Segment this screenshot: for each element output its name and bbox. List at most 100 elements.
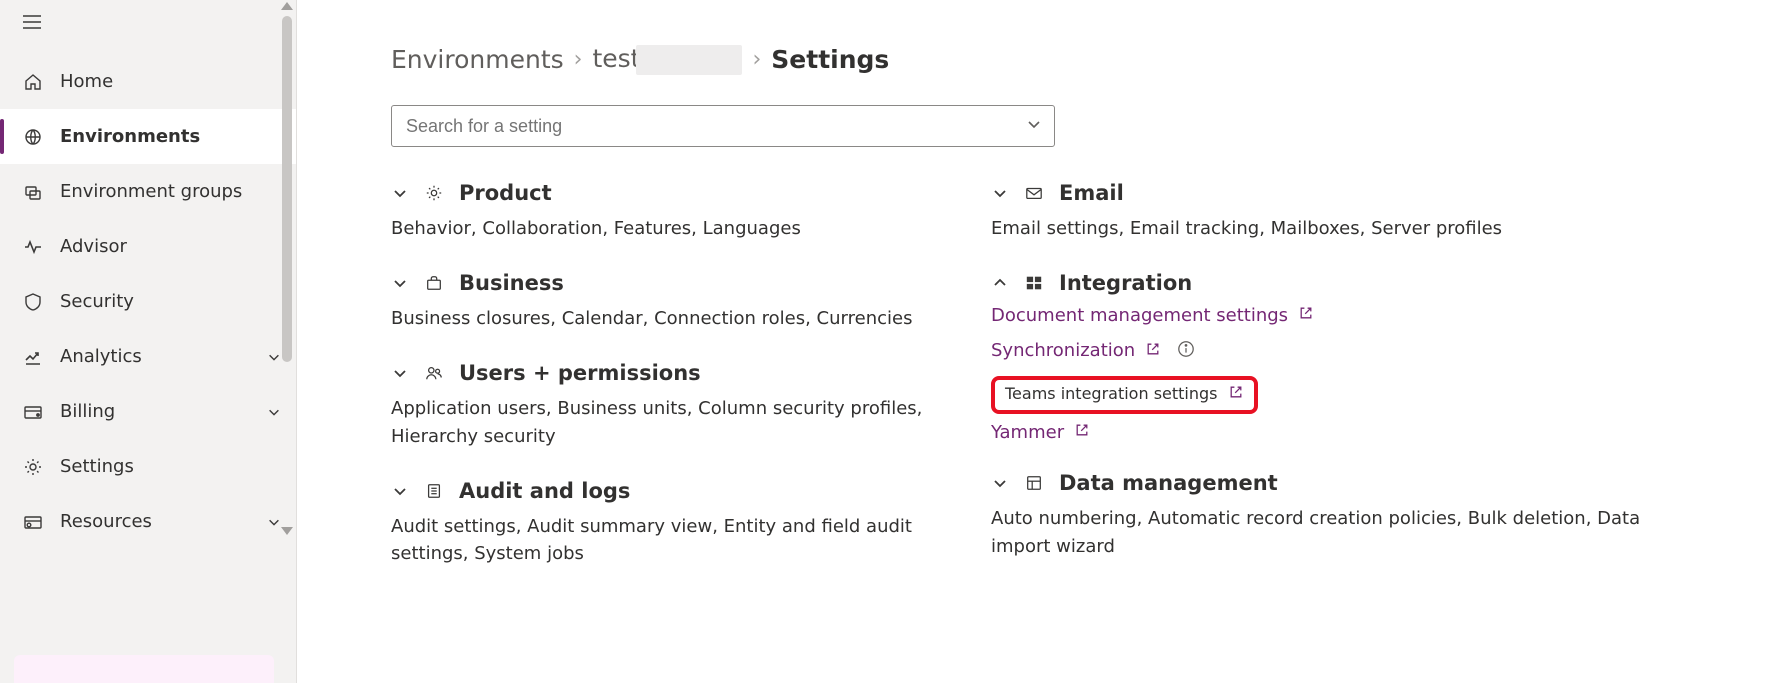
external-link-icon — [1145, 341, 1161, 361]
chevron-down-icon — [391, 185, 409, 201]
briefcase-icon — [423, 272, 445, 294]
category-subtext: Behavior, Collaboration, Features, Langu… — [391, 215, 991, 243]
sidebar-item-environment-groups[interactable]: Environment groups — [0, 164, 296, 219]
category-integration: Integration Document management settings… — [991, 271, 1691, 443]
category-header-product[interactable]: Product — [391, 181, 991, 205]
link-synchronization[interactable]: Synchronization — [991, 340, 1691, 362]
category-business: Business Business closures, Calendar, Co… — [391, 271, 991, 333]
external-link-icon — [1298, 305, 1314, 325]
info-icon[interactable] — [1177, 340, 1195, 362]
settings-col-right: Email Email settings, Email tracking, Ma… — [991, 181, 1691, 596]
settings-col-left: Product Behavior, Collaboration, Feature… — [391, 181, 991, 596]
sidebar-item-label: Environments — [60, 126, 296, 147]
chevron-right-icon: › — [574, 47, 583, 72]
billing-icon — [22, 401, 44, 423]
data-icon — [1023, 472, 1045, 494]
category-subtext: Auto numbering, Automatic record creatio… — [991, 505, 1691, 561]
sidebar-item-analytics[interactable]: Analytics — [0, 329, 296, 384]
sidebar-item-label: Security — [60, 291, 296, 312]
link-label[interactable]: Document management settings — [991, 305, 1288, 326]
link-yammer[interactable]: Yammer — [991, 422, 1691, 443]
category-title: Data management — [1059, 471, 1278, 495]
category-header-users[interactable]: Users + permissions — [391, 361, 991, 385]
chevron-down-icon — [391, 275, 409, 291]
breadcrumb: Environments › test › Settings — [391, 44, 1769, 75]
category-title: Business — [459, 271, 564, 295]
sidebar-item-advisor[interactable]: Advisor — [0, 219, 296, 274]
analytics-icon — [22, 346, 44, 368]
home-icon — [22, 71, 44, 93]
hamburger-icon — [22, 12, 42, 36]
category-audit: Audit and logs Audit settings, Audit sum… — [391, 479, 991, 569]
redacted-text — [636, 45, 742, 75]
highlighted-link: Teams integration settings — [991, 376, 1258, 414]
globe-icon — [22, 126, 44, 148]
sidebar-item-label: Billing — [60, 401, 236, 422]
breadcrumb-env-name[interactable]: test — [592, 44, 742, 75]
category-header-email[interactable]: Email — [991, 181, 1691, 205]
link-label[interactable]: Teams integration settings — [1005, 384, 1218, 403]
chevron-up-icon — [991, 275, 1009, 291]
link-label[interactable]: Synchronization — [991, 340, 1135, 361]
scroll-up-icon[interactable] — [281, 2, 293, 10]
sidebar-item-label: Settings — [60, 456, 296, 477]
scroll-thumb[interactable] — [282, 16, 292, 362]
scrollbar[interactable] — [280, 2, 294, 681]
category-subtext: Business closures, Calendar, Connection … — [391, 305, 991, 333]
sidebar-item-label: Home — [60, 71, 296, 92]
category-data-management: Data management Auto numbering, Automati… — [991, 471, 1691, 561]
chevron-down-icon — [991, 185, 1009, 201]
gear-icon — [423, 182, 445, 204]
category-title: Integration — [1059, 271, 1192, 295]
search-input[interactable] — [404, 115, 1026, 138]
external-link-icon — [1074, 422, 1090, 442]
sidebar-item-resources[interactable]: Resources — [0, 494, 296, 549]
settings-search[interactable] — [391, 105, 1055, 147]
sidebar-item-home[interactable]: Home — [0, 54, 296, 109]
resources-icon — [22, 511, 44, 533]
breadcrumb-environments[interactable]: Environments — [391, 45, 564, 74]
integration-links: Document management settings Synchroniza… — [991, 305, 1691, 443]
category-header-audit[interactable]: Audit and logs — [391, 479, 991, 503]
category-title: Email — [1059, 181, 1124, 205]
sidebar-item-label: Advisor — [60, 236, 296, 257]
chevron-down-icon — [991, 475, 1009, 491]
scroll-down-icon[interactable] — [281, 527, 293, 535]
hamburger-button[interactable] — [0, 0, 296, 48]
sidebar-item-label: Environment groups — [60, 181, 296, 202]
environment-groups-icon — [22, 181, 44, 203]
category-header-data-management[interactable]: Data management — [991, 471, 1691, 495]
sidebar-item-environments[interactable]: Environments — [0, 109, 296, 164]
list-icon — [423, 480, 445, 502]
mail-icon — [1023, 182, 1045, 204]
sidebar-item-settings[interactable]: Settings — [0, 439, 296, 494]
category-header-integration[interactable]: Integration — [991, 271, 1691, 295]
category-header-business[interactable]: Business — [391, 271, 991, 295]
gear-icon — [22, 456, 44, 478]
sidebar-item-label: Resources — [60, 511, 236, 532]
category-subtext: Application users, Business units, Colum… — [391, 395, 991, 451]
windows-icon — [1023, 272, 1045, 294]
sidebar-item-label: Analytics — [60, 346, 236, 367]
promo-card[interactable] — [14, 655, 274, 683]
link-label[interactable]: Yammer — [991, 422, 1064, 443]
sidebar-item-billing[interactable]: Billing — [0, 384, 296, 439]
category-title: Users + permissions — [459, 361, 701, 385]
link-document-management[interactable]: Document management settings — [991, 305, 1691, 326]
link-teams-integration[interactable]: Teams integration settings — [991, 376, 1691, 422]
nav: Home Environments Environment groups — [0, 48, 296, 549]
category-product: Product Behavior, Collaboration, Feature… — [391, 181, 991, 243]
chevron-down-icon — [391, 365, 409, 381]
category-users: Users + permissions Application users, B… — [391, 361, 991, 451]
category-title: Product — [459, 181, 552, 205]
category-subtext: Audit settings, Audit summary view, Enti… — [391, 513, 991, 569]
chevron-down-icon[interactable] — [1026, 116, 1042, 136]
sidebar: Home Environments Environment groups — [0, 0, 297, 683]
chevron-down-icon — [391, 483, 409, 499]
category-subtext: Email settings, Email tracking, Mailboxe… — [991, 215, 1691, 243]
sidebar-item-security[interactable]: Security — [0, 274, 296, 329]
external-link-icon — [1228, 384, 1244, 404]
pulse-icon — [22, 236, 44, 258]
category-email: Email Email settings, Email tracking, Ma… — [991, 181, 1691, 243]
users-icon — [423, 362, 445, 384]
